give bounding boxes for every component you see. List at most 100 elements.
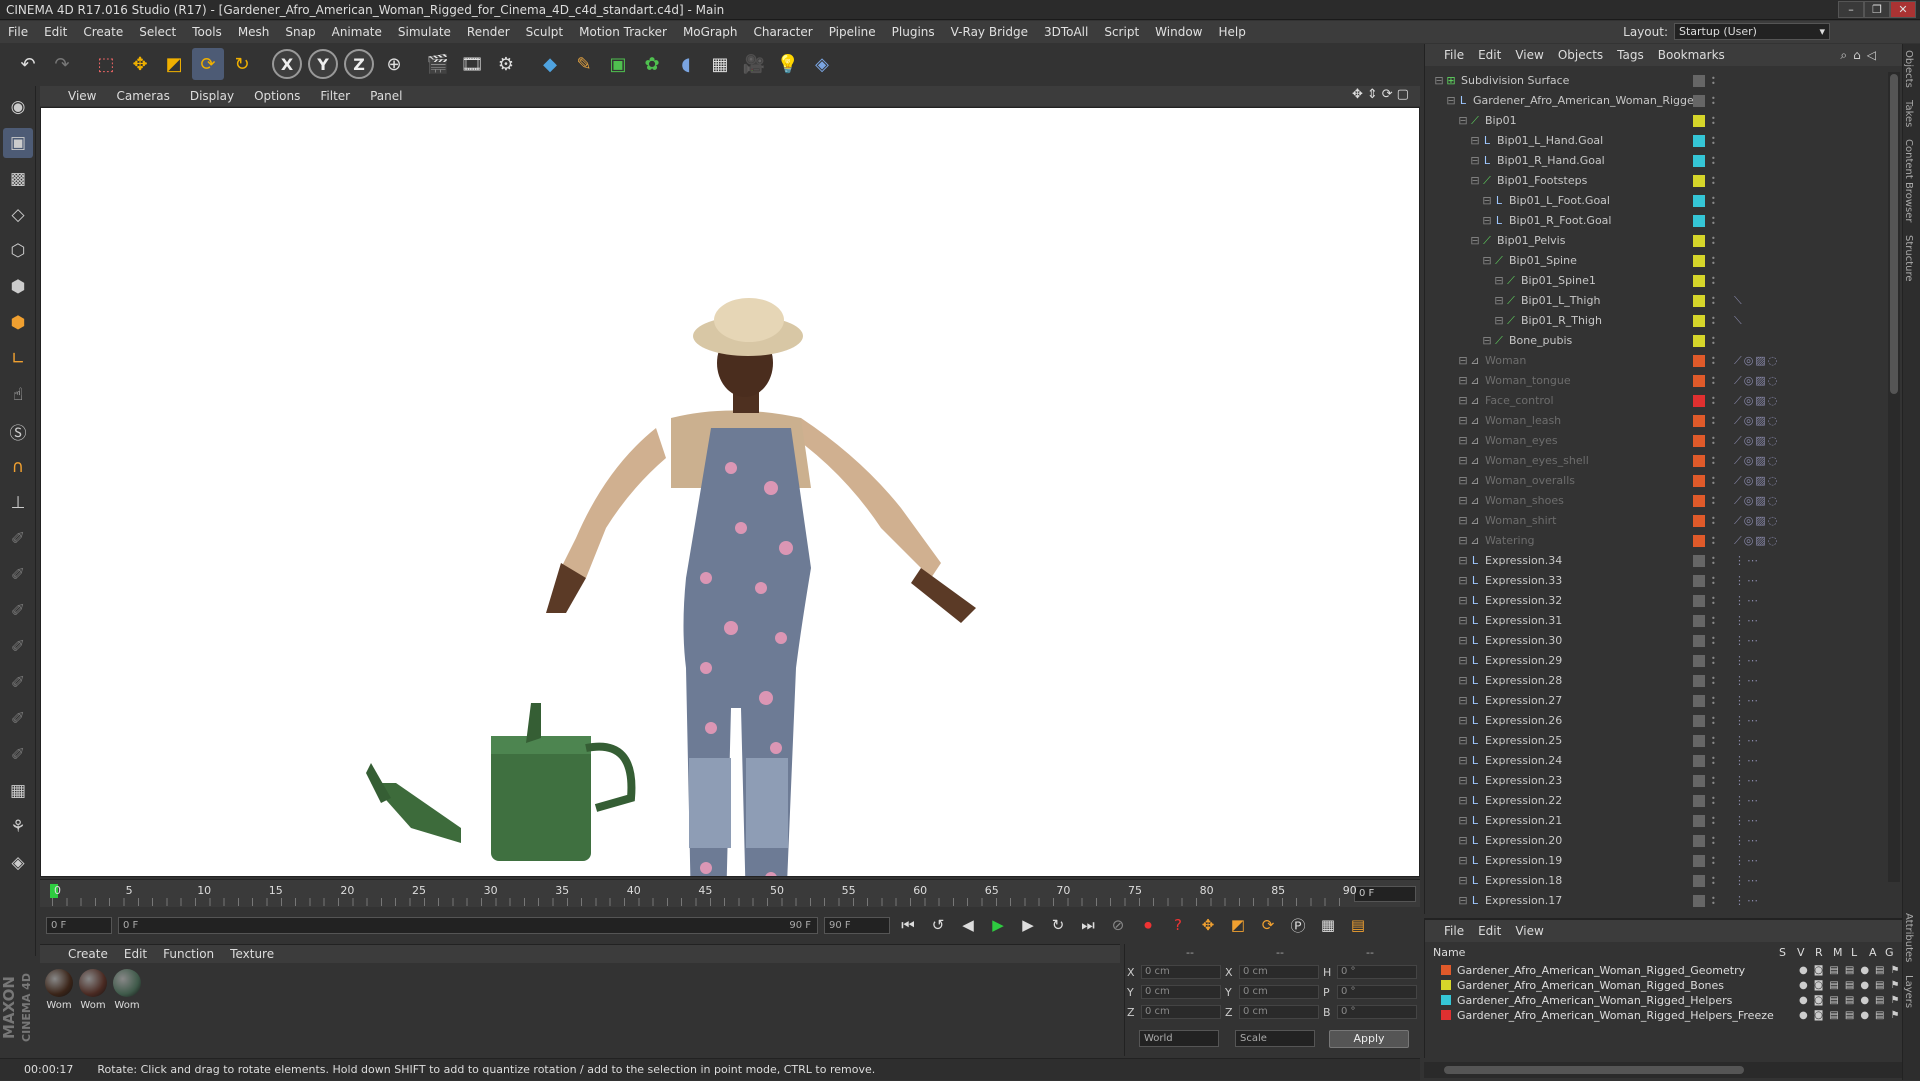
keyframe-selection-icon[interactable]: ?: [1166, 913, 1190, 937]
snap-icon[interactable]: Ⓢ: [3, 416, 33, 446]
next-key-icon[interactable]: ↻: [1046, 913, 1070, 937]
menu-sculpt[interactable]: Sculpt: [518, 21, 571, 43]
layer-color-swatch[interactable]: [1693, 455, 1705, 467]
expand-toggle-icon[interactable]: ⊟: [1481, 255, 1493, 267]
layer-none-icon[interactable]: [1693, 775, 1705, 787]
object-row[interactable]: ⊟ L Bip01_L_Hand.Goal • •: [1425, 132, 1885, 152]
object-tags[interactable]: ⋮⋯: [1734, 814, 1760, 827]
object-row[interactable]: ⊟ ⊿ Woman • • ⟋◎▨◌: [1425, 352, 1885, 372]
layer-none-icon[interactable]: [1693, 875, 1705, 887]
right-tab-structure[interactable]: Structure: [1903, 229, 1914, 288]
object-row[interactable]: ⊟ ⊿ Woman_shirt • • ⟋◎▨◌: [1425, 512, 1885, 532]
subdivision-icon[interactable]: ▣: [602, 48, 634, 80]
object-row[interactable]: ⊟ ⊿ Face_control • • ⟋◎▨◌: [1425, 392, 1885, 412]
paint-s-icon[interactable]: ✐: [3, 632, 33, 662]
floor-icon[interactable]: ▦: [704, 48, 736, 80]
menu-edit[interactable]: Edit: [36, 21, 75, 43]
viewport[interactable]: [40, 107, 1420, 877]
coord-mode-dropdown[interactable]: World: [1139, 1030, 1219, 1047]
object-row[interactable]: ⊟ L Expression.32 • • ⋮⋯: [1425, 592, 1885, 612]
layer-row[interactable]: Gardener_Afro_American_Woman_Rigged_Help…: [1441, 994, 1899, 1009]
layer-row[interactable]: Gardener_Afro_American_Woman_Rigged_Help…: [1441, 1009, 1899, 1024]
right-tab-attributes[interactable]: Attributes: [1903, 907, 1914, 968]
layer-none-icon[interactable]: [1693, 795, 1705, 807]
object-tags[interactable]: ⋮⋯: [1734, 774, 1760, 787]
coord-value-field[interactable]: 0 cm: [1141, 985, 1221, 999]
object-row[interactable]: ⊟ ⟋ Bip01_Spine1 • •: [1425, 272, 1885, 292]
object-row[interactable]: ⊟ L Expression.27 • • ⋮⋯: [1425, 692, 1885, 712]
layer-color-swatch[interactable]: [1441, 980, 1451, 990]
deformer-icon[interactable]: ◖: [670, 48, 702, 80]
visibility-dots[interactable]: • •: [1711, 435, 1717, 448]
visibility-dots[interactable]: • •: [1711, 615, 1717, 628]
layer-color-swatch[interactable]: [1441, 1010, 1451, 1020]
object-row[interactable]: ⊟ ⊿ Woman_overalls • • ⟋◎▨◌: [1425, 472, 1885, 492]
expand-toggle-icon[interactable]: ⊟: [1433, 75, 1445, 87]
expand-toggle-icon[interactable]: ⊟: [1457, 695, 1469, 707]
layer-none-icon[interactable]: [1693, 735, 1705, 747]
object-menu-bookmarks[interactable]: Bookmarks: [1651, 48, 1732, 62]
autokey-icon[interactable]: ⏺: [1136, 913, 1160, 937]
undo-icon[interactable]: ↶: [12, 48, 44, 80]
menu-motion-tracker[interactable]: Motion Tracker: [571, 21, 675, 43]
make-editable-icon[interactable]: ◉: [3, 92, 33, 122]
layer-none-icon[interactable]: [1693, 615, 1705, 627]
visibility-dots[interactable]: • •: [1711, 755, 1717, 768]
object-row[interactable]: ⊟ L Gardener_Afro_American_Woman_Rigged • •: [1425, 92, 1885, 112]
expand-toggle-icon[interactable]: ⊟: [1457, 375, 1469, 387]
rotate-icon[interactable]: ⟳: [192, 48, 224, 80]
layer-color-swatch[interactable]: [1693, 315, 1705, 327]
world-coord-icon[interactable]: ⊕: [378, 48, 410, 80]
material-menu-texture[interactable]: Texture: [222, 947, 282, 961]
layer-flag-icons[interactable]: ●◙▤▤●▤⚑: [1799, 1010, 1905, 1021]
object-row[interactable]: ⊟ ⊿ Woman_eyes • • ⟋◎▨◌: [1425, 432, 1885, 452]
expand-toggle-icon[interactable]: ⊟: [1457, 815, 1469, 827]
viewport-menu-panel[interactable]: Panel: [360, 89, 412, 103]
axis-mode-icon[interactable]: ∟: [3, 344, 33, 374]
material-swatch[interactable]: Wom: [112, 969, 142, 1011]
layer-color-swatch[interactable]: [1693, 335, 1705, 347]
layer-color-swatch[interactable]: [1693, 135, 1705, 147]
maximize-button[interactable]: ❐: [1864, 1, 1890, 18]
material-menu-create[interactable]: Create: [60, 947, 116, 961]
apply-button[interactable]: Apply: [1329, 1030, 1409, 1048]
visibility-dots[interactable]: • •: [1711, 835, 1717, 848]
layer-none-icon[interactable]: [1693, 895, 1705, 907]
object-row[interactable]: ⊟ L Expression.25 • • ⋮⋯: [1425, 732, 1885, 752]
layer-color-swatch[interactable]: [1693, 535, 1705, 547]
menu-mograph[interactable]: MoGraph: [675, 21, 746, 43]
layer-header-locked[interactable]: L: [1851, 946, 1857, 959]
visibility-dots[interactable]: • •: [1711, 575, 1717, 588]
object-row[interactable]: ⊟ L Bip01_L_Foot.Goal • •: [1425, 192, 1885, 212]
menu-snap[interactable]: Snap: [277, 21, 323, 43]
z-axis-icon[interactable]: Z: [344, 49, 374, 79]
layer-color-swatch[interactable]: [1693, 495, 1705, 507]
timeline-ruler[interactable]: 0 F 0 5 10 15 20 25 30 35 40 45 50 55 60 65 70 75 80 85 90: [40, 879, 1420, 907]
layer-row[interactable]: Gardener_Afro_American_Woman_Rigged_Bone…: [1441, 979, 1899, 994]
key-rotation-icon[interactable]: ⟳: [1256, 913, 1280, 937]
expand-toggle-icon[interactable]: ⊟: [1457, 635, 1469, 647]
paint-p-icon[interactable]: ✐: [3, 560, 33, 590]
object-tags[interactable]: ⟍: [1734, 294, 1744, 308]
layer-color-swatch[interactable]: [1693, 375, 1705, 387]
object-row[interactable]: ⊟ L Expression.30 • • ⋮⋯: [1425, 632, 1885, 652]
visibility-dots[interactable]: • •: [1711, 195, 1717, 208]
menu-3dtoall[interactable]: 3DToAll: [1036, 21, 1096, 43]
expand-toggle-icon[interactable]: ⊟: [1457, 775, 1469, 787]
light-icon[interactable]: 💡: [772, 48, 804, 80]
points-mode-icon[interactable]: ⬡: [3, 236, 33, 266]
weight-icon[interactable]: ⚘: [3, 812, 33, 842]
visibility-dots[interactable]: • •: [1711, 135, 1717, 148]
viewport-menu-cameras[interactable]: Cameras: [106, 89, 179, 103]
layer-color-swatch[interactable]: [1693, 255, 1705, 267]
expand-toggle-icon[interactable]: ⊟: [1457, 835, 1469, 847]
menu-help[interactable]: Help: [1210, 21, 1253, 43]
menu-select[interactable]: Select: [131, 21, 184, 43]
object-tags[interactable]: ⋮⋯: [1734, 694, 1760, 707]
cloner-icon[interactable]: ✿: [636, 48, 668, 80]
object-row[interactable]: ⊟ ⟋ Bip01_R_Thigh • • ⟍: [1425, 312, 1885, 332]
layer-none-icon[interactable]: [1693, 75, 1705, 87]
expand-toggle-icon[interactable]: ⊟: [1457, 395, 1469, 407]
material-swatch[interactable]: Wom: [44, 969, 74, 1011]
object-row[interactable]: ⊟ L Expression.22 • • ⋮⋯: [1425, 792, 1885, 812]
